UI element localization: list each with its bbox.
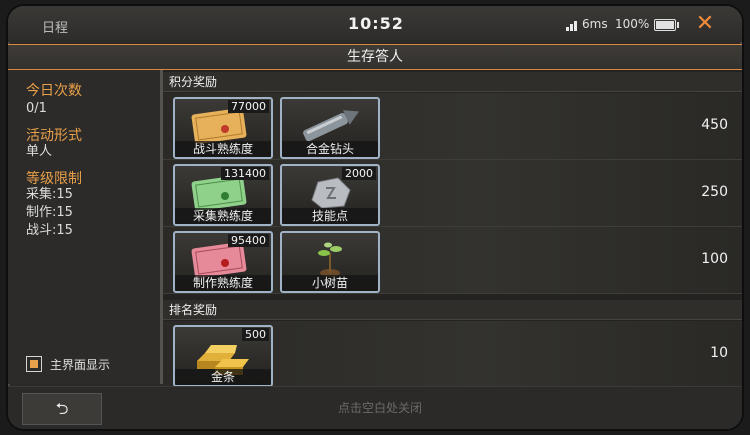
bottom-bar: ⮌ 点击空白处关闭 — [8, 386, 742, 429]
rank-rewards-header: 排名奖励 — [163, 300, 742, 320]
points-value: 250 — [701, 184, 728, 200]
item-quantity: 95400 — [228, 234, 269, 247]
activity-form-value: 单人 — [26, 144, 53, 159]
reward-row: 77000 战斗熟练度 合金钻头 450 — [163, 93, 742, 160]
page-title: 生存答人 — [8, 44, 742, 70]
item-quantity: 2000 — [342, 167, 376, 180]
status-bar: 日程 10:52 6ms 100% ✕ — [8, 6, 742, 42]
rewards-panel: 积分奖励 77000 战斗熟练度 合金钻头 450 131400 采集熟练度 2… — [163, 70, 742, 388]
close-button[interactable]: ✕ — [692, 11, 718, 37]
item-name: 金条 — [175, 369, 271, 385]
item-quantity: 500 — [242, 328, 269, 341]
show-on-main-checkbox[interactable] — [26, 356, 42, 372]
signal-icon — [566, 19, 580, 31]
item-name: 合金钻头 — [282, 141, 378, 157]
item-name: 技能点 — [282, 208, 378, 224]
item-name: 小树苗 — [282, 275, 378, 291]
item-quantity: 131400 — [221, 167, 269, 180]
battery-text: 100% — [615, 17, 650, 31]
reward-item[interactable]: 500 金条 — [173, 325, 273, 387]
score-rewards-header: 积分奖励 — [163, 72, 742, 92]
points-value: 450 — [701, 117, 728, 133]
show-on-main-label: 主界面显示 — [50, 358, 111, 372]
level-limit-label: 等级限制 — [26, 171, 82, 187]
reward-item[interactable]: 95400 制作熟练度 — [173, 231, 273, 293]
daily-count-value: 0/1 — [26, 101, 47, 116]
level-limit-combat: 战斗:15 — [26, 223, 73, 238]
activity-form-label: 活动形式 — [26, 128, 82, 144]
clock: 10:52 — [348, 14, 404, 33]
reward-item[interactable]: 77000 战斗熟练度 — [173, 97, 273, 159]
item-quantity: 77000 — [228, 100, 269, 113]
back-arrow-icon: ⮌ — [55, 399, 69, 418]
level-limit-craft: 制作:15 — [26, 205, 73, 220]
battery-icon — [654, 19, 679, 31]
reward-item[interactable]: 131400 采集熟练度 — [173, 164, 273, 226]
reward-row: 500 金条 10 — [163, 321, 742, 388]
level-limit-gather: 采集:15 — [26, 187, 73, 202]
reward-item[interactable]: 2000 技能点 — [280, 164, 380, 226]
schedule-label: 日程 — [42, 21, 69, 36]
rank-value: 10 — [710, 345, 728, 361]
reward-item[interactable]: 小树苗 — [280, 231, 380, 293]
close-hint[interactable]: 点击空白处关闭 — [338, 399, 422, 416]
back-button[interactable]: ⮌ — [22, 393, 102, 425]
schedule-window: 日程 10:52 6ms 100% ✕ 生存答人 今日次数 0/1 活动形式 单… — [8, 6, 742, 429]
reward-row: 131400 采集熟练度 2000 技能点 250 — [163, 160, 742, 227]
ping-text: 6ms — [582, 17, 608, 31]
item-name: 制作熟练度 — [175, 275, 271, 291]
reward-item[interactable]: 合金钻头 — [280, 97, 380, 159]
activity-info-panel: 今日次数 0/1 活动形式 单人 等级限制 采集:15 制作:15 战斗:15 … — [8, 70, 163, 384]
daily-count-label: 今日次数 — [26, 83, 82, 99]
item-name: 采集熟练度 — [175, 208, 271, 224]
reward-row: 95400 制作熟练度 小树苗 100 — [163, 227, 742, 294]
points-value: 100 — [701, 251, 728, 267]
item-name: 战斗熟练度 — [175, 141, 271, 157]
